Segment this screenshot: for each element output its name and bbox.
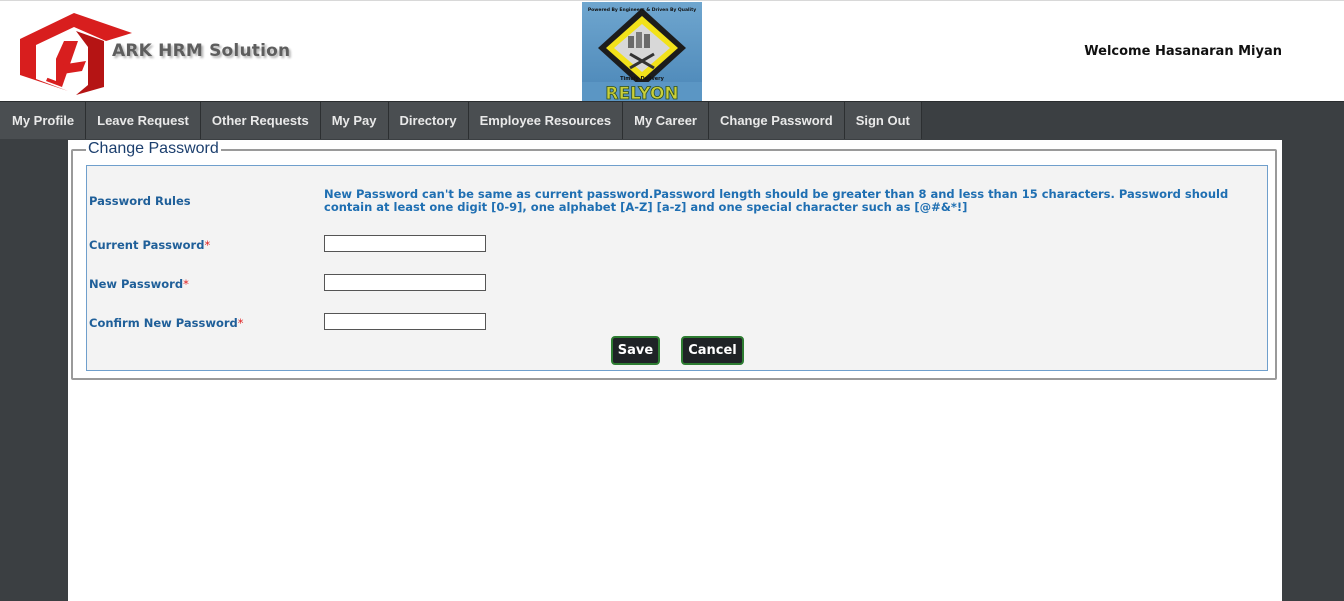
- main-content: Change Password Password Rules New Passw…: [68, 140, 1282, 601]
- right-gutter: [1282, 140, 1344, 601]
- confirm-password-label-text: Confirm New Password: [89, 316, 238, 330]
- change-password-fieldset: Change Password Password Rules New Passw…: [71, 140, 1277, 380]
- nav-item-my-pay[interactable]: My Pay: [320, 102, 389, 139]
- welcome-text: Welcome Hasanaran Miyan: [1084, 44, 1282, 59]
- current-password-label: Current Password*: [89, 238, 210, 252]
- nav-item-sign-out[interactable]: Sign Out: [844, 102, 922, 139]
- main-nav: My Profile Leave Request Other Requests …: [0, 101, 1344, 140]
- change-password-panel: Password Rules New Password can't be sam…: [86, 165, 1268, 371]
- current-password-input[interactable]: [324, 235, 486, 252]
- brand-name: ARK HRM Solution: [112, 41, 291, 61]
- nav-item-directory[interactable]: Directory: [388, 102, 469, 139]
- nav-item-employee-resources[interactable]: Employee Resources: [468, 102, 624, 139]
- relyon-tagline-top: Powered By Engineers & Driven By Quality: [588, 7, 696, 13]
- nav-item-other-requests[interactable]: Other Requests: [200, 102, 321, 139]
- new-password-label: New Password*: [89, 277, 189, 291]
- nav-item-change-password[interactable]: Change Password: [708, 102, 845, 139]
- confirm-password-input[interactable]: [324, 313, 486, 330]
- nav-item-my-career[interactable]: My Career: [623, 102, 709, 139]
- new-password-label-text: New Password: [89, 277, 184, 291]
- cancel-button[interactable]: Cancel: [681, 336, 744, 365]
- save-button[interactable]: Save: [611, 336, 660, 365]
- fieldset-legend: Change Password: [86, 140, 221, 158]
- current-password-label-text: Current Password: [89, 238, 205, 252]
- new-password-input[interactable]: [324, 274, 486, 291]
- password-rules-text: New Password can't be same as current pa…: [324, 187, 1229, 214]
- password-rules-label: Password Rules: [89, 194, 191, 208]
- relyon-logo-text: RELYON: [605, 84, 678, 102]
- required-mark: *: [204, 238, 211, 252]
- left-gutter: [0, 140, 68, 601]
- nav-item-leave-request[interactable]: Leave Request: [86, 102, 201, 139]
- relyon-tagline-bottom: Timely Delivery: [620, 76, 665, 82]
- required-mark: *: [183, 277, 189, 291]
- nav-item-my-profile[interactable]: My Profile: [0, 102, 87, 139]
- confirm-password-label: Confirm New Password*: [89, 316, 244, 330]
- required-mark: *: [237, 316, 244, 330]
- relyon-logo-icon: RELYON Timely Delivery Powered By Engine…: [582, 2, 702, 102]
- header: ARK HRM Solution RELYON Timely Delivery …: [0, 0, 1344, 102]
